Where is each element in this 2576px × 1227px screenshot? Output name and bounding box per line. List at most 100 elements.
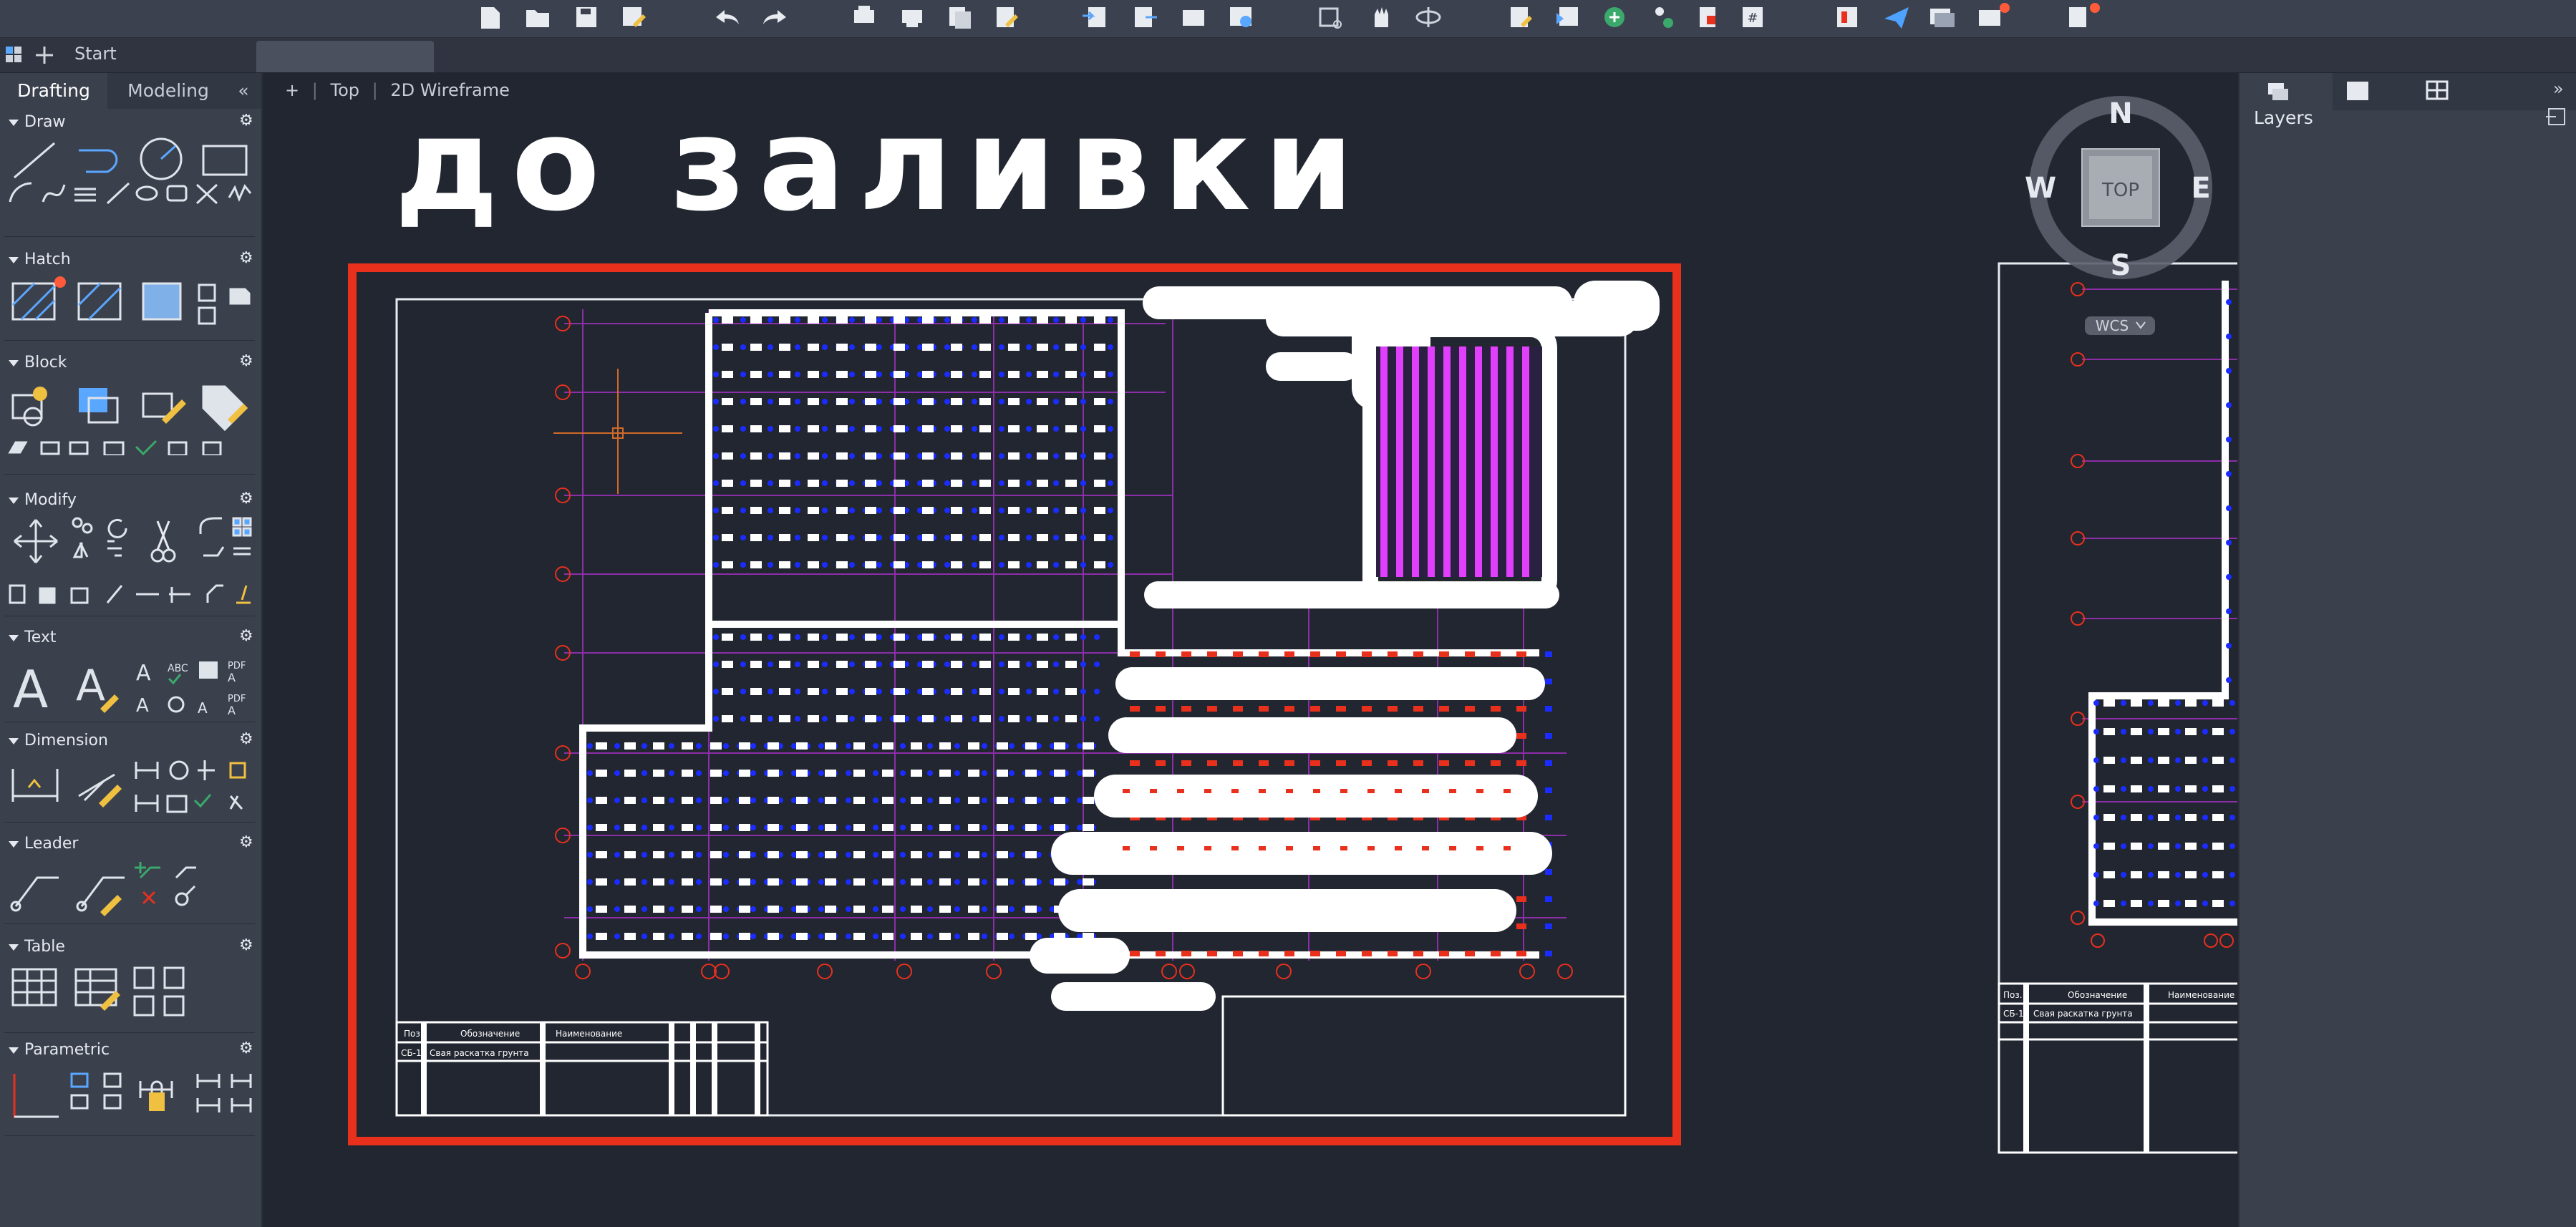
- wcs-label[interactable]: WCS: [2096, 317, 2129, 334]
- polyline-tool-icon[interactable]: [79, 149, 118, 173]
- gear-icon[interactable]: ⚙: [239, 936, 253, 954]
- properties-tab-icon[interactable]: [2347, 82, 2368, 100]
- rotate-tool-icon[interactable]: [107, 518, 127, 538]
- continue-dim-icon[interactable]: [166, 795, 188, 813]
- dim-style-icon[interactable]: [229, 795, 243, 810]
- create-block-icon[interactable]: [79, 388, 119, 424]
- section-parametric[interactable]: Parametric: [9, 1041, 110, 1059]
- arc-tool-icon[interactable]: [9, 182, 32, 203]
- sketch-tool-icon[interactable]: [228, 184, 252, 202]
- settings-icon[interactable]: [2069, 3, 2100, 27]
- open-icon[interactable]: [526, 10, 549, 27]
- erase-tool-icon[interactable]: [106, 585, 123, 603]
- app-menu-icon[interactable]: [6, 47, 21, 62]
- pedit-tool-icon[interactable]: [236, 585, 251, 604]
- boundary-tool-icon[interactable]: [198, 283, 216, 325]
- block-small-3-icon[interactable]: [69, 441, 89, 455]
- compass-north[interactable]: N: [2108, 97, 2132, 130]
- text-align-icon[interactable]: A: [198, 699, 208, 717]
- copy-tool-icon[interactable]: [72, 517, 93, 534]
- spline-tool-icon[interactable]: [42, 184, 66, 203]
- xline-tool-icon[interactable]: [195, 183, 218, 205]
- section-text[interactable]: Text: [9, 629, 57, 646]
- array-tool-icon[interactable]: [232, 517, 252, 537]
- align-leader-icon[interactable]: [142, 891, 156, 905]
- gear-icon[interactable]: ⚙: [239, 1039, 253, 1057]
- find-text-icon[interactable]: [199, 661, 218, 679]
- undo-icon[interactable]: [716, 10, 739, 24]
- layer-icon[interactable]: [1556, 7, 1578, 26]
- line-tool-icon[interactable]: [14, 142, 55, 179]
- radius-dim-icon[interactable]: [169, 760, 189, 780]
- notifications-icon[interactable]: [1979, 3, 2010, 26]
- section-table[interactable]: Table: [9, 938, 65, 956]
- multileader-icon[interactable]: [10, 876, 59, 912]
- scale-tool-icon[interactable]: [203, 546, 225, 557]
- section-draw[interactable]: Draw: [9, 113, 65, 131]
- preview-icon[interactable]: [997, 7, 1018, 27]
- trim-tool-icon[interactable]: [150, 520, 176, 563]
- orbit-icon[interactable]: [1415, 7, 1441, 27]
- redo-icon[interactable]: [763, 10, 786, 24]
- revcloud-tool-icon[interactable]: [166, 185, 188, 202]
- attach-icon[interactable]: [1183, 10, 1204, 26]
- block-small-4-icon[interactable]: [103, 441, 125, 455]
- viewcube[interactable]: TOP N S E W WCS: [2025, 96, 2212, 335]
- break-tool-icon[interactable]: [70, 587, 89, 604]
- gear-icon[interactable]: ⚙: [239, 833, 253, 851]
- fillet-tool-icon[interactable]: [199, 517, 222, 534]
- auto-constrain-icon[interactable]: [13, 1074, 59, 1118]
- multiline-text-icon[interactable]: A: [13, 659, 48, 719]
- gear-icon[interactable]: ⚙: [239, 730, 253, 748]
- block-small-7-icon[interactable]: [202, 441, 222, 455]
- panel-collapse-button[interactable]: »: [2553, 79, 2564, 99]
- tab-start[interactable]: Start: [63, 38, 256, 72]
- tolerance-dim-icon[interactable]: [193, 794, 212, 808]
- gear-icon[interactable]: ⚙: [239, 627, 253, 645]
- attribute-icon[interactable]: [202, 385, 248, 432]
- publish-icon[interactable]: [949, 7, 971, 29]
- drawing-canvas[interactable]: до заливки Поз. Обозначение Наименование…: [263, 73, 2237, 1227]
- import-icon[interactable]: [1083, 7, 1105, 27]
- send-icon[interactable]: [1884, 7, 1909, 29]
- section-hatch[interactable]: Hatch: [9, 251, 71, 268]
- tab-drafting[interactable]: Drafting: [0, 73, 107, 109]
- table-tab-icon[interactable]: [2426, 80, 2449, 100]
- wcs-menu[interactable]: WCS: [2085, 316, 2155, 335]
- pan-icon[interactable]: [1375, 7, 1388, 27]
- compass-west[interactable]: W: [2025, 172, 2056, 205]
- gear-icon[interactable]: ⚙: [239, 352, 253, 370]
- quick-calc-icon[interactable]: #: [1743, 7, 1763, 27]
- gear-icon[interactable]: ⚙: [239, 490, 253, 508]
- match-icon[interactable]: [1655, 7, 1673, 28]
- window-icon[interactable]: [1930, 9, 1955, 27]
- pdf-text-icon[interactable]: PDFA: [228, 694, 246, 717]
- circle-tool-icon[interactable]: [140, 137, 183, 180]
- table-style-icon[interactable]: [133, 995, 155, 1017]
- spell-check-icon[interactable]: ABC: [168, 663, 188, 685]
- join-tool-icon[interactable]: [39, 587, 56, 604]
- save-icon[interactable]: [576, 7, 596, 27]
- section-modify[interactable]: Modify: [9, 491, 77, 509]
- leader-edit-icon[interactable]: [76, 876, 125, 916]
- export-icon[interactable]: [1135, 7, 1157, 27]
- save-as-icon[interactable]: [623, 7, 646, 27]
- offset-tool-icon[interactable]: [233, 547, 251, 556]
- block-small-2-icon[interactable]: [40, 441, 60, 455]
- constraint-bar-icon[interactable]: [231, 1074, 252, 1112]
- dimension-edit-icon[interactable]: [78, 773, 122, 808]
- section-block[interactable]: Block: [9, 354, 67, 372]
- share-icon[interactable]: [1230, 7, 1251, 27]
- tab-active-drawing[interactable]: [256, 41, 434, 72]
- compass-east[interactable]: E: [2191, 172, 2210, 205]
- mirror-tool-icon[interactable]: [72, 542, 89, 558]
- gear-icon[interactable]: ⚙: [239, 249, 253, 267]
- pdf-import-icon[interactable]: PDFA: [228, 661, 246, 684]
- remove-leader-icon[interactable]: [175, 866, 196, 879]
- tab-modeling[interactable]: Modeling: [115, 73, 222, 109]
- gradient-tool-icon[interactable]: [77, 282, 122, 321]
- design-center-icon[interactable]: [1700, 7, 1715, 27]
- align-tool-icon[interactable]: [169, 587, 190, 603]
- sheet-set-icon[interactable]: [1837, 7, 1857, 27]
- table-tool-icon[interactable]: [11, 968, 57, 1007]
